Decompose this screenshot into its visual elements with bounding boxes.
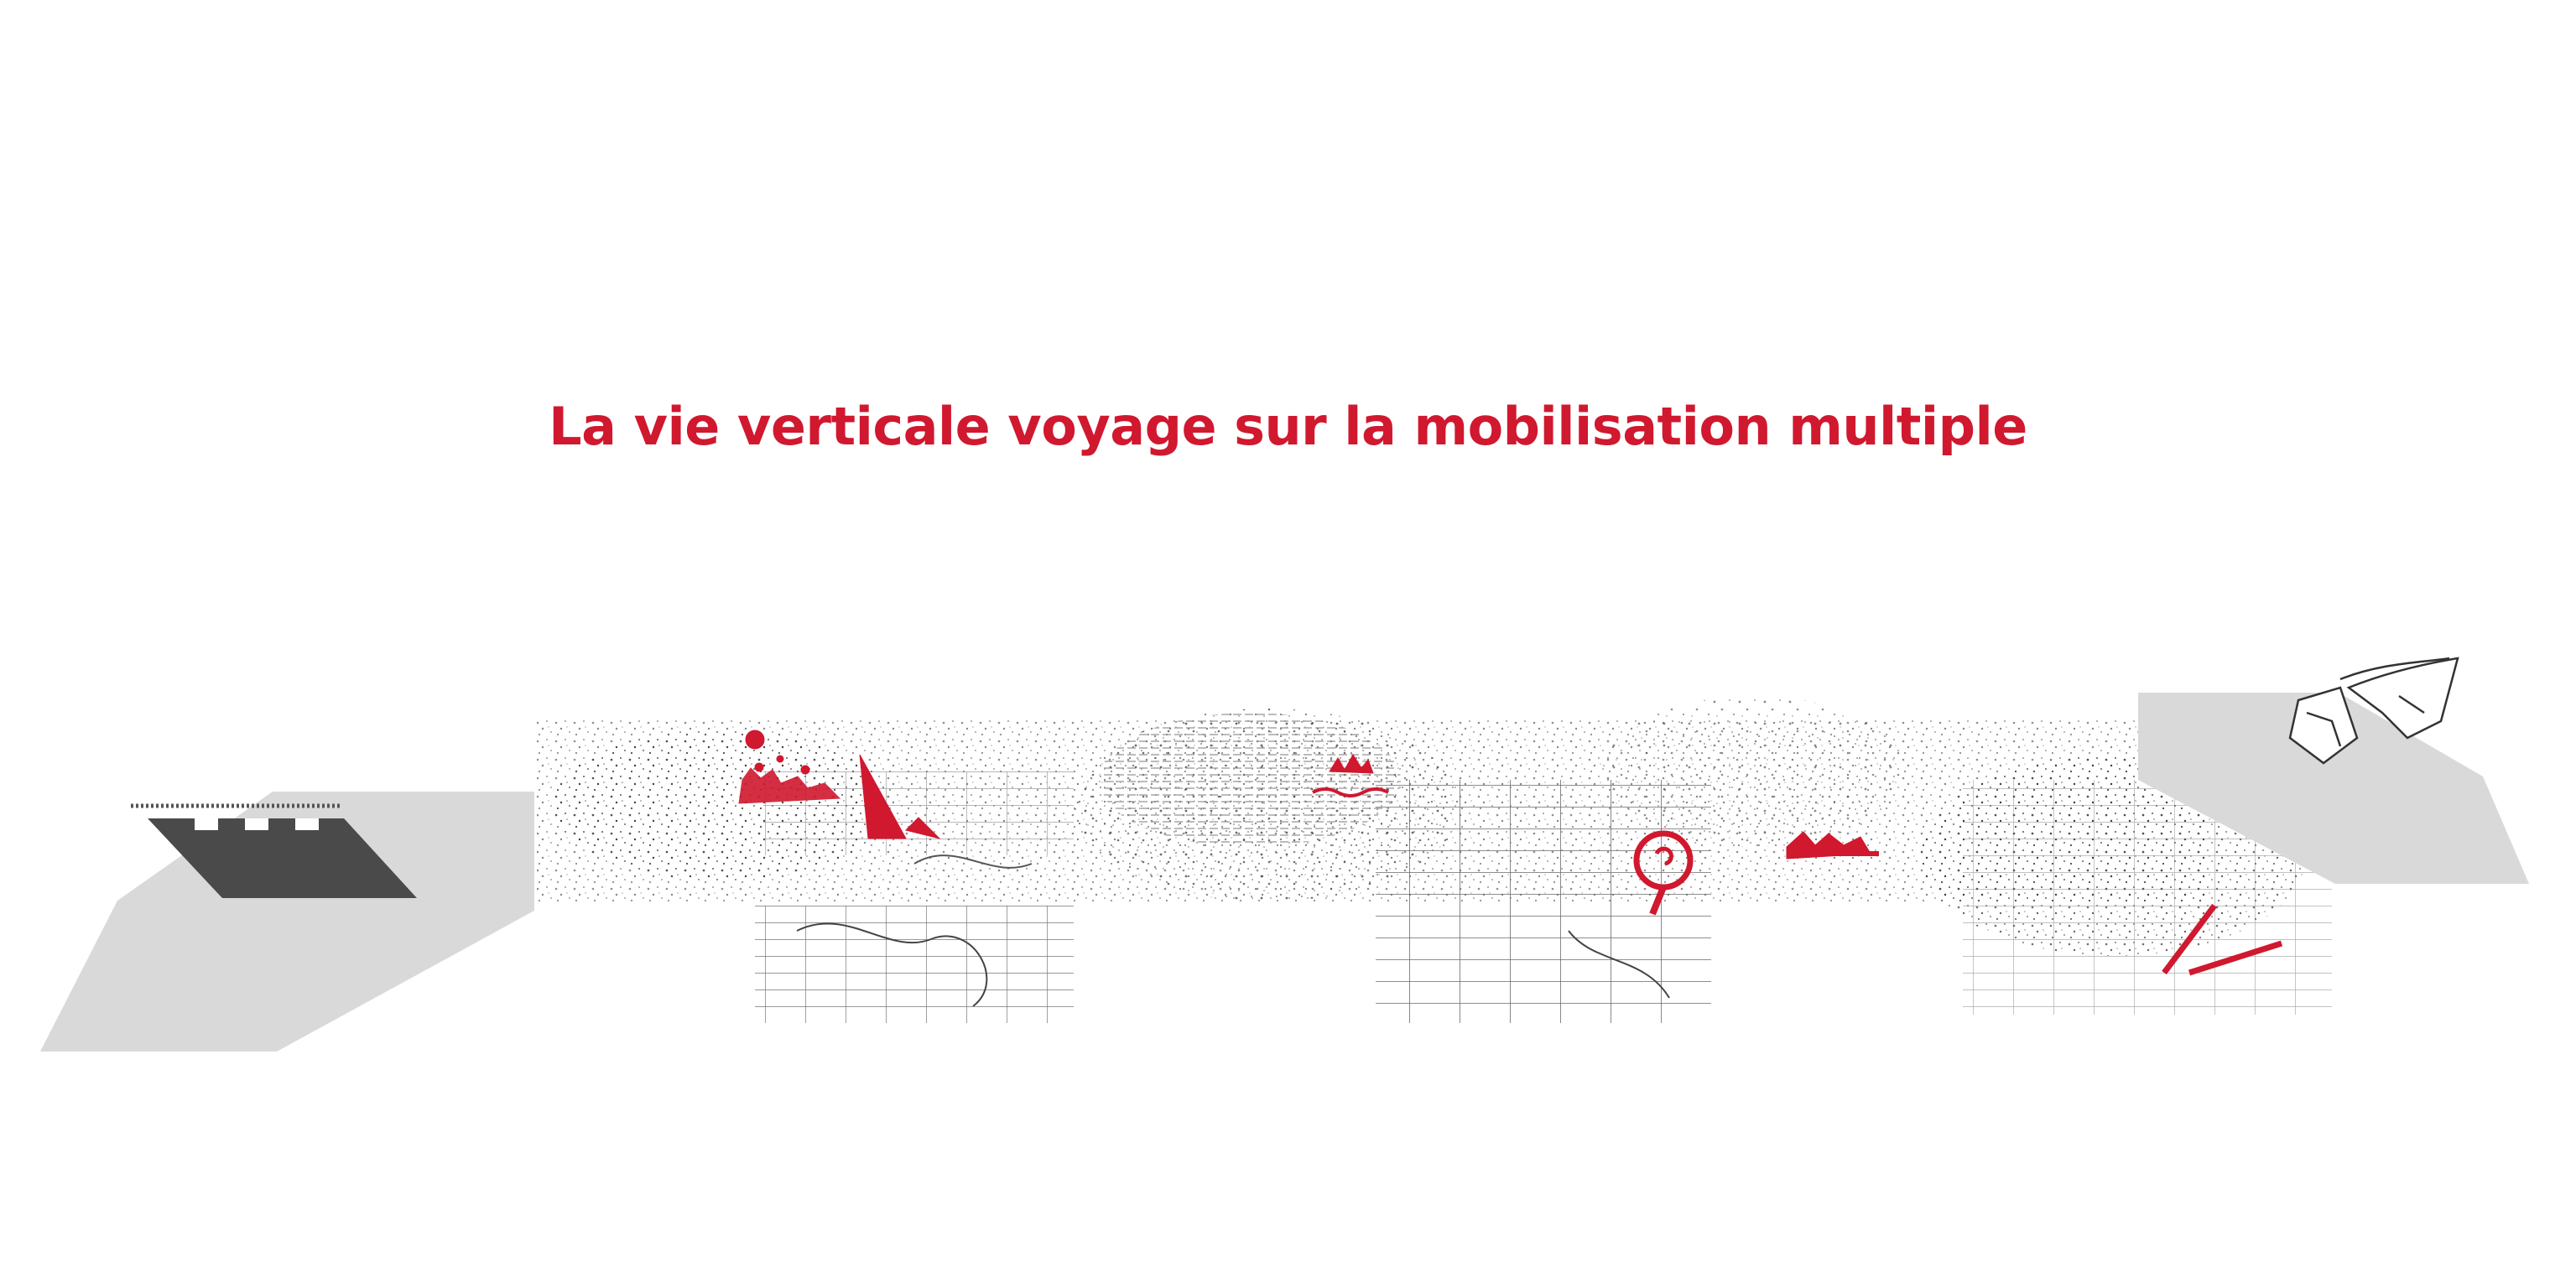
panorama-illustration <box>40 657 2529 1052</box>
page: La vie verticale voyage sur la mobilisat… <box>0 0 2576 1288</box>
